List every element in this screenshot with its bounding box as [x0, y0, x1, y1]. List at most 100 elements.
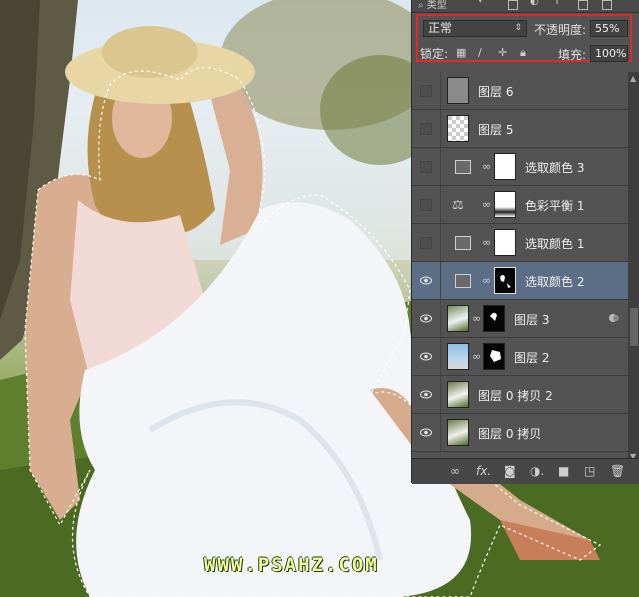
scroll-up-icon[interactable]: ▲: [630, 74, 636, 83]
link-icon[interactable]: ∞: [482, 274, 491, 287]
blend-mode-select[interactable]: 正常 ⇕: [423, 20, 527, 37]
link-icon[interactable]: ∞: [482, 160, 491, 173]
layer-name[interactable]: 图层 2: [514, 349, 549, 366]
mask-shape: [490, 312, 497, 321]
layer-row[interactable]: ∞ 选取颜色 1: [412, 224, 628, 262]
chevron-down-icon[interactable]: ▾: [478, 0, 483, 6]
link-icon[interactable]: ∞: [472, 350, 481, 363]
link-icon[interactable]: ∞: [472, 312, 481, 325]
selective-color-icon: [455, 274, 471, 288]
link-icon[interactable]: ∞: [482, 198, 491, 211]
row-divider: [440, 262, 441, 299]
opacity-input[interactable]: 55%: [590, 20, 628, 37]
layer-mask-thumbnail[interactable]: [494, 153, 516, 180]
fill-input[interactable]: 100%: [590, 45, 628, 62]
layers-panel: ⌕ 类型 ▾ ◐ T 正常 ⇕ 不透明度: 55% 锁定: ▦ ∕ ✛ 🔒︎ 填…: [411, 0, 639, 484]
filter-type-icon[interactable]: T: [554, 0, 560, 7]
filter-adjustment-icon[interactable]: ◐: [530, 0, 539, 7]
layer-options-box: 正常 ⇕ 不透明度: 55% 锁定: ▦ ∕ ✛ 🔒︎ 填充: 100%: [416, 14, 632, 62]
layer-name[interactable]: 图层 5: [478, 121, 513, 138]
layer-row[interactable]: ∞ 选取颜色 3: [412, 148, 628, 186]
eye-icon[interactable]: [420, 313, 432, 324]
layer-name[interactable]: 图层 0 拷贝 2: [478, 387, 553, 404]
layer-name[interactable]: 选取颜色 3: [525, 159, 584, 176]
row-divider: [440, 376, 441, 413]
lock-all-icon[interactable]: 🔒︎: [520, 46, 526, 60]
layer-thumbnail: [447, 381, 469, 408]
layer-mask-thumbnail[interactable]: [483, 305, 505, 332]
watermark-text: WWW.PSAHZ.COM: [204, 554, 379, 576]
layer-name[interactable]: 选取颜色 1: [525, 235, 584, 252]
filter-row: ⌕ 类型 ▾ ◐ T: [412, 0, 639, 13]
link-icon[interactable]: ∞: [482, 236, 491, 249]
visibility-toggle[interactable]: [420, 123, 432, 135]
fx-icon[interactable]: fx.: [476, 464, 491, 478]
layer-row[interactable]: ∞ 图层 3: [412, 300, 628, 338]
lock-move-icon[interactable]: ✛: [498, 46, 507, 59]
layers-scrollbar[interactable]: ▲ ▼: [628, 72, 639, 464]
opacity-label: 不透明度:: [534, 23, 587, 37]
row-divider: [440, 186, 441, 223]
layer-mask-thumbnail[interactable]: [494, 191, 516, 218]
adjustment-icon[interactable]: ◑.: [530, 464, 544, 478]
visibility-toggle[interactable]: [420, 199, 432, 211]
folder-icon[interactable]: ■: [558, 464, 569, 478]
layer-name[interactable]: 图层 6: [478, 83, 513, 100]
eye-icon[interactable]: [420, 389, 432, 400]
filter-kind-select[interactable]: ⌕ 类型: [418, 0, 447, 11]
lock-label: 锁定:: [420, 47, 449, 61]
row-divider: [440, 338, 441, 375]
layer-thumbnail: [447, 343, 469, 370]
mask-icon[interactable]: ◙: [504, 464, 516, 478]
layer-row-selected[interactable]: ∞ 选取颜色 2: [412, 262, 628, 300]
filter-pixel-icon[interactable]: [508, 0, 518, 10]
new-layer-icon[interactable]: ◳: [584, 464, 595, 478]
eye-icon[interactable]: [420, 351, 432, 362]
mask-shape: [500, 275, 511, 288]
layer-mask-thumbnail[interactable]: [494, 229, 516, 256]
row-divider: [440, 110, 441, 147]
row-divider: [440, 414, 441, 451]
lock-transparent-icon[interactable]: ▦: [456, 46, 466, 59]
row-divider: [440, 148, 441, 185]
layer-row[interactable]: 图层 6: [412, 72, 628, 110]
trash-icon[interactable]: 🗑︎: [610, 464, 625, 478]
visibility-toggle[interactable]: [420, 161, 432, 173]
visibility-toggle[interactable]: [420, 237, 432, 249]
layers-bottom-toolbar: ∞ fx. ◙ ◑. ■ ◳ 🗑︎: [412, 458, 639, 484]
mask-shape: [490, 350, 501, 362]
layer-name[interactable]: 图层 3: [514, 311, 549, 328]
smart-filter-icon: [609, 314, 619, 322]
filter-smart-object-icon[interactable]: [602, 0, 612, 10]
layer-mask-thumbnail[interactable]: [483, 343, 505, 370]
layer-thumbnail: [447, 77, 469, 104]
layer-mask-thumbnail[interactable]: [494, 267, 516, 294]
scroll-thumb[interactable]: [630, 308, 638, 346]
link-icon[interactable]: ∞: [450, 464, 460, 478]
selective-color-icon: [455, 236, 471, 250]
layer-thumbnail: [447, 305, 469, 332]
lock-paint-icon[interactable]: ∕: [478, 46, 482, 59]
layer-name[interactable]: 色彩平衡 1: [525, 197, 584, 214]
visibility-toggle[interactable]: [420, 85, 432, 97]
selective-color-icon: [455, 160, 471, 174]
updown-arrow-icon: ⇕: [514, 23, 522, 33]
row-divider: [440, 72, 441, 109]
layer-row[interactable]: 图层 5: [412, 110, 628, 148]
layer-row[interactable]: ⚖︎ ∞ 色彩平衡 1: [412, 186, 628, 224]
layer-thumbnail: [447, 115, 469, 142]
fill-label: 填充:: [558, 48, 587, 62]
layer-thumbnail: [447, 419, 469, 446]
layer-name[interactable]: 选取颜色 2: [525, 273, 584, 290]
balance-scale-icon: ⚖︎: [452, 198, 464, 213]
layer-row[interactable]: ∞ 图层 2: [412, 338, 628, 376]
layer-name[interactable]: 图层 0 拷贝: [478, 425, 541, 442]
eye-icon[interactable]: [420, 275, 432, 286]
layer-row[interactable]: 图层 0 拷贝 2: [412, 376, 628, 414]
layers-list: 图层 6 图层 5 ∞ 选取颜色 3 ⚖︎ ∞ 色彩平衡 1 ∞ 选取颜色 1 …: [412, 72, 628, 452]
row-divider: [440, 300, 441, 337]
row-divider: [440, 224, 441, 261]
layer-row[interactable]: 图层 0 拷贝: [412, 414, 628, 452]
eye-icon[interactable]: [420, 427, 432, 438]
filter-shape-icon[interactable]: [578, 0, 588, 10]
